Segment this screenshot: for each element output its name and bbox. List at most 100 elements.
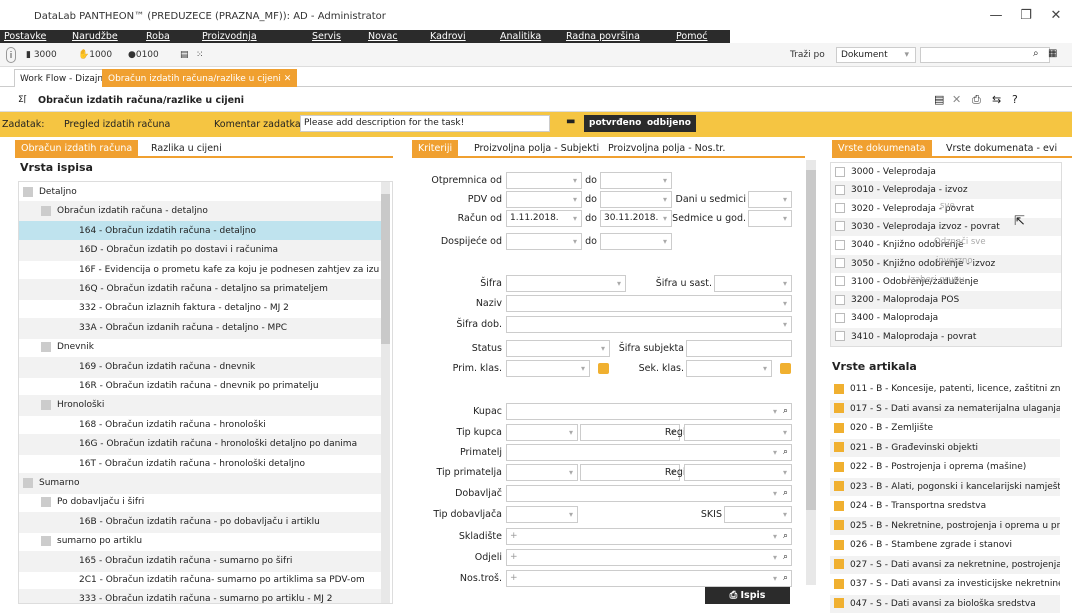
tree-item[interactable]: 16F - Evidencija o prometu kafe za koju … [19,260,381,281]
kupac-input[interactable]: ▾ ⌕ [506,403,792,420]
doc-type-item[interactable]: 3000 - Veleprodaja [831,163,1061,181]
tab-razlika[interactable]: Razlika u cijeni [145,140,228,158]
collapse-icon[interactable] [41,535,51,546]
article-type-checkbox[interactable] [834,578,844,589]
article-type-item[interactable]: 026 - B - Stambene zgrade i stanovi [830,536,1060,554]
dobavljac-input[interactable]: ▾ ⌕ [506,485,792,502]
tree-group[interactable]: Po dobavljaču i šifri [19,492,381,513]
article-type-checkbox[interactable] [834,559,844,569]
info-icon[interactable]: i [6,47,16,63]
doc-type-checkbox[interactable] [835,221,845,232]
search-icon[interactable]: ⌕ [783,529,788,544]
tree-item[interactable]: 333 - Obračun izdatih računa - sumarno p… [19,589,381,603]
search-icon[interactable]: ⌕ [1033,48,1039,59]
refresh-icon[interactable]: ⇆ [992,93,1001,106]
article-type-checkbox[interactable] [834,481,844,491]
search-icon[interactable]: ⌕ [783,550,788,565]
odjeli-input[interactable]: + ▾ ⌕ [506,549,792,566]
restore-button[interactable]: ❐ [1015,6,1037,26]
collapse-icon[interactable] [23,477,33,488]
tree-item[interactable]: 165 - Obračun izdatih računa - sumarno p… [19,550,381,572]
tab-custom-subjects[interactable]: Proizvoljna polja - Subjekti [468,140,605,158]
tools-icon[interactable]: ✕ [952,93,961,106]
toolbar-item-0100[interactable]: ●0100 [128,47,159,63]
document-icon[interactable]: ▤ [934,93,944,106]
article-type-checkbox[interactable] [834,520,844,530]
regija-primatelja-input[interactable]: ▾ [684,464,792,481]
regija-input[interactable]: ▾ [684,424,792,441]
tab-invoice-report[interactable]: Obračun izdatih računa/razlike u cijeni … [102,69,298,87]
sedmice-u-god-input[interactable]: ▾ [748,210,792,227]
skis-input[interactable]: ▾ [724,506,792,523]
doc-type-checkbox[interactable] [835,166,845,177]
doc-type-checkbox[interactable] [835,276,845,287]
add-icon[interactable]: + [510,552,518,562]
dospijece-do-input[interactable]: ▾ [600,233,672,250]
doc-type-checkbox[interactable] [835,239,845,250]
doc-type-checkbox[interactable] [835,294,845,305]
tree-item[interactable]: 164 - Obračun izdatih računa - detaljno [19,220,381,242]
doc-type-item[interactable]: 3200 - Maloprodaja POS [831,291,1061,310]
article-type-checkbox[interactable] [834,422,844,433]
doc-type-item[interactable]: 3400 - Maloprodaja [831,309,1061,327]
tree-group[interactable]: Obračun izdatih računa - detaljno [19,201,381,223]
search-input[interactable] [920,47,1050,63]
skladiste-input[interactable]: + ▾ ⌕ [506,528,792,545]
otpremnica-do-input[interactable]: ▾ [600,172,672,189]
doc-type-item[interactable]: 3030 - Veleprodaja izvoz - povrat [831,217,1061,236]
tree-item[interactable]: 16T - Obračun izdatih računa - hronološk… [19,454,381,475]
dani-u-sedmici-input[interactable]: ▾ [748,191,792,208]
tab-doc-types[interactable]: Vrste dokumenata [832,140,932,158]
tree-item[interactable]: 2C1 - Obračun izdatih računa- sumarno po… [19,570,381,591]
sek-klas-input[interactable]: ▾ [686,360,772,377]
tab-obracun[interactable]: Obračun izdatih računa [15,140,139,158]
article-type-checkbox[interactable] [834,598,844,608]
confirmed-button[interactable]: potvrđeno [584,115,647,132]
minimize-button[interactable]: — [985,6,1007,26]
add-icon[interactable]: + [510,531,518,541]
print-icon[interactable]: ⎙ [972,93,981,107]
document-icon[interactable]: ▤ [180,47,189,63]
doc-type-checkbox[interactable] [835,184,845,195]
tree-item[interactable]: 16G - Obračun izdatih računa - hronološk… [19,434,381,456]
article-type-item[interactable]: 027 - S - Dati avansi za nekretnine, pos… [830,555,1060,574]
sifra-dob-input[interactable]: ▾ [506,316,792,333]
task-comment-input[interactable]: Please add description for the task! [300,115,550,132]
tab-doc-types-evi[interactable]: Vrste dokumenata - evi [940,140,1063,158]
menu-novac[interactable]: Novac [368,30,398,43]
menu-narudzbe[interactable]: Narudžbe [72,30,118,43]
tree-group[interactable]: Sumarno [19,473,381,494]
sifra-subjekta-input[interactable] [686,340,792,357]
doc-type-checkbox[interactable] [835,203,845,214]
grid-icon[interactable]: ⁙ [196,47,204,63]
article-type-item[interactable]: 011 - B - Koncesije, patenti, licence, z… [830,380,1060,398]
search-by-select[interactable]: Dokument ▾ [836,47,916,63]
search-icon[interactable]: ⌕ [783,445,788,460]
naziv-input[interactable]: ▾ [506,295,792,312]
doc-type-item[interactable]: 3010 - Veleprodaja - izvoz [831,181,1061,200]
article-type-item[interactable]: 020 - B - Zemljište [830,419,1060,437]
search-icon[interactable]: ⌕ [783,486,788,501]
tree-group[interactable]: Dnevnik [19,337,381,358]
menu-roba[interactable]: Roba [146,30,170,43]
tree-group[interactable]: sumarno po artiklu [19,531,381,552]
toolbar-item-1000[interactable]: ✋1000 [78,47,112,63]
tab-workflow-design[interactable]: Work Flow - Dizajn [14,69,110,87]
article-type-checkbox[interactable] [834,500,844,511]
article-type-item[interactable]: 025 - B - Nekretnine, postrojenja i opre… [830,516,1060,535]
menu-radna-povrsina[interactable]: Radna površina [566,30,640,43]
prim-klas-input[interactable]: ▾ [506,360,590,377]
close-icon[interactable]: ✕ [284,74,292,84]
doc-type-checkbox[interactable] [835,258,845,268]
primatelj-input[interactable]: ▾ ⌕ [506,444,792,461]
article-type-item[interactable]: 017 - S - Dati avansi za nematerijalna u… [830,399,1060,418]
sek-klas-checkbox[interactable] [780,363,791,374]
tree-item[interactable]: 16D - Obračun izdatih po dostavi i račun… [19,240,381,262]
doc-type-item[interactable]: 3410 - Maloprodaja - povrat [831,327,1061,346]
tree-item[interactable]: 16Q - Obračun izdatih računa - detaljno … [19,279,381,300]
tree-item[interactable]: 332 - Obračun izlaznih faktura - detaljn… [19,298,381,319]
comment-icon[interactable]: ▬ [566,116,575,127]
search-icon[interactable]: ⌕ [783,571,788,586]
tip-dobavljaca-input[interactable]: ▾ [506,506,578,523]
menu-servis[interactable]: Servis [312,30,341,43]
